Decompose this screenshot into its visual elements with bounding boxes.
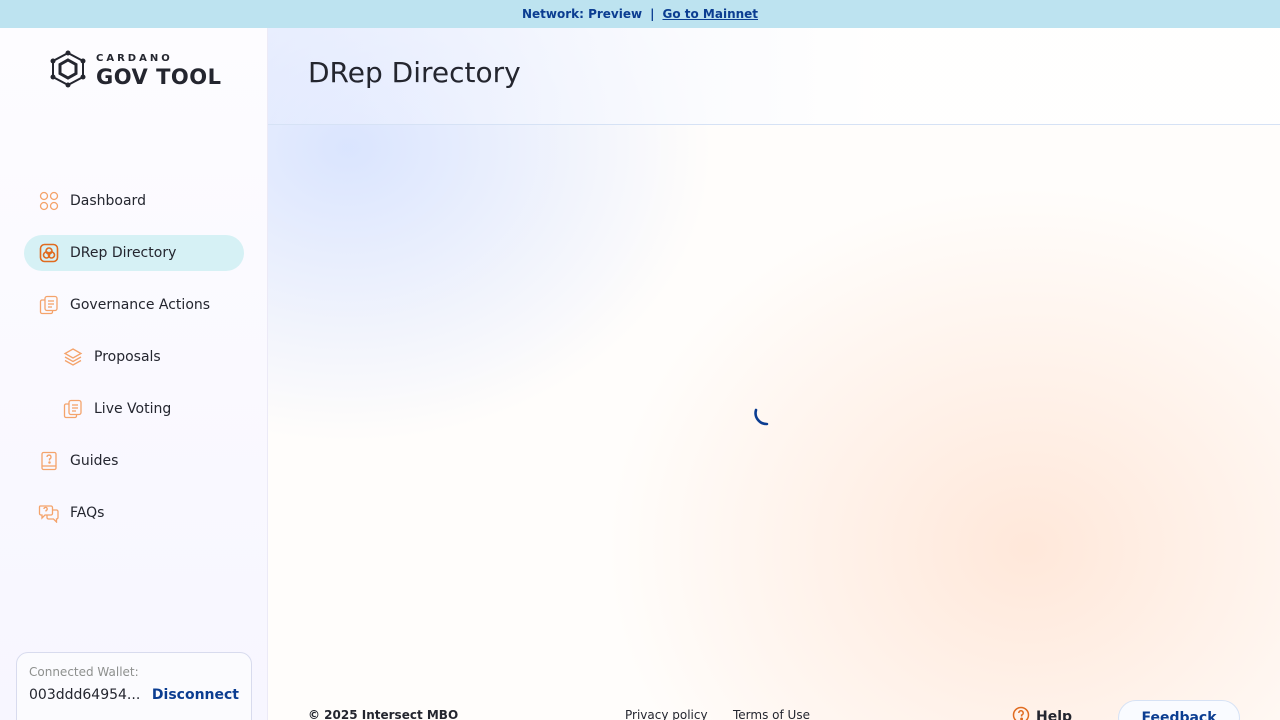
drep-icon [38, 242, 60, 264]
sidebar-item-label: Proposals [94, 349, 161, 365]
help-label: Help [1036, 709, 1073, 720]
hexagon-logo-icon [48, 50, 88, 92]
sidebar-item-guides[interactable]: Guides [24, 443, 244, 479]
sidebar-item-live-voting[interactable]: Live Voting [24, 391, 244, 427]
terms-of-use-link[interactable]: Terms of Use [733, 708, 810, 720]
wallet-label: Connected Wallet: [29, 665, 139, 679]
question-circle-icon [1012, 706, 1030, 720]
documents-icon [62, 398, 84, 420]
logo-big-text: GOV TOOL [96, 65, 222, 89]
privacy-policy-link[interactable]: Privacy policy [625, 708, 708, 720]
layers-icon [62, 346, 84, 368]
sidebar-item-label: Live Voting [94, 401, 172, 417]
sidebar-item-faqs[interactable]: FAQs [24, 495, 244, 531]
feedback-button[interactable]: Feedback [1118, 700, 1240, 720]
sidebar-item-dashboard[interactable]: Dashboard [24, 183, 244, 219]
sidebar-item-label: FAQs [70, 505, 105, 521]
go-to-mainnet-link[interactable]: Go to Mainnet [662, 7, 758, 21]
main-content: DRep Directory © 2025 Intersect MBO Priv… [268, 28, 1280, 720]
book-question-icon [38, 450, 60, 472]
network-label: Network: Preview [521, 7, 643, 21]
page-title: DRep Directory [308, 56, 521, 89]
footer: © 2025 Intersect MBO Privacy policy Term… [268, 700, 1280, 720]
chat-question-icon [38, 502, 60, 524]
sidebar-item-label: DRep Directory [70, 245, 177, 261]
sidebar-item-governance-actions[interactable]: Governance Actions [24, 287, 244, 323]
connected-wallet-card: Connected Wallet: 003ddd64954... Disconn… [16, 652, 252, 720]
sidebar-item-proposals[interactable]: Proposals [24, 339, 244, 375]
sidebar: CARDANO GOV TOOL Dashboard DRep Director… [0, 28, 268, 720]
sidebar-item-label: Governance Actions [70, 297, 211, 313]
sidebar-item-label: Guides [70, 453, 119, 469]
banner-separator: | [650, 7, 655, 21]
copyright-text: © 2025 Intersect MBO [308, 708, 459, 720]
network-banner: Network: Preview | Go to Mainnet [0, 0, 1280, 28]
disconnect-button[interactable]: Disconnect [152, 687, 239, 703]
documents-icon [38, 294, 60, 316]
dashboard-icon [38, 190, 60, 212]
help-button[interactable]: Help [1012, 706, 1072, 720]
sidebar-item-label: Dashboard [70, 193, 146, 209]
wallet-address: 003ddd64954... [29, 687, 141, 703]
sidebar-item-drep-directory[interactable]: DRep Directory [24, 235, 244, 271]
loading-spinner-icon [754, 402, 780, 428]
app-logo[interactable]: CARDANO GOV TOOL [48, 50, 222, 92]
logo-small-text: CARDANO [96, 53, 173, 64]
page-header: DRep Directory [268, 28, 1280, 125]
